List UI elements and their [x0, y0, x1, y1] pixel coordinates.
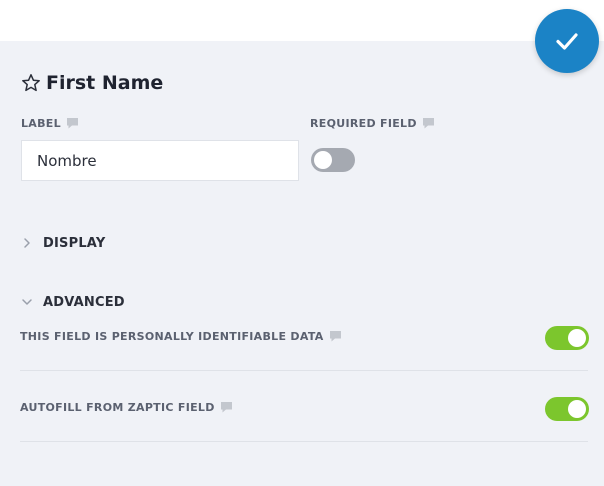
comment-icon[interactable] [422, 118, 434, 129]
field-title: First Name [46, 72, 164, 94]
autofill-toggle[interactable] [545, 397, 589, 421]
star-outline-icon[interactable] [21, 73, 41, 93]
save-button[interactable] [535, 9, 599, 73]
comment-icon[interactable] [66, 118, 78, 129]
autofill-field-label-text: AUTOFILL FROM ZAPTIC FIELD [20, 401, 215, 414]
comment-icon[interactable] [329, 331, 341, 342]
section-advanced[interactable]: ADVANCED [20, 292, 125, 312]
section-display[interactable]: DISPLAY [20, 233, 105, 253]
toggle-knob [568, 329, 586, 347]
chevron-right-icon [24, 238, 30, 248]
required-field-label-text: REQUIRED FIELD [310, 117, 417, 130]
top-bar [0, 0, 604, 41]
comment-icon[interactable] [220, 402, 232, 413]
label-field-label-text: LABEL [21, 117, 61, 130]
field-title-row: First Name [21, 70, 163, 96]
divider [20, 441, 588, 442]
label-field-label: LABEL [21, 117, 78, 130]
section-display-label: DISPLAY [43, 235, 106, 251]
section-advanced-label: ADVANCED [43, 294, 125, 310]
checkmark-icon [556, 33, 578, 50]
pii-field-label-text: THIS FIELD IS PERSONALLY IDENTIFIABLE DA… [20, 330, 324, 343]
label-input[interactable] [21, 140, 299, 181]
chevron-down-icon [22, 299, 32, 305]
pii-toggle[interactable] [545, 326, 589, 350]
toggle-knob [568, 400, 586, 418]
autofill-field-label: AUTOFILL FROM ZAPTIC FIELD [20, 401, 232, 414]
toggle-knob [314, 151, 332, 169]
divider [20, 370, 588, 371]
required-field-label: REQUIRED FIELD [310, 117, 434, 130]
required-field-toggle[interactable] [311, 148, 355, 172]
pii-field-label: THIS FIELD IS PERSONALLY IDENTIFIABLE DA… [20, 330, 341, 343]
